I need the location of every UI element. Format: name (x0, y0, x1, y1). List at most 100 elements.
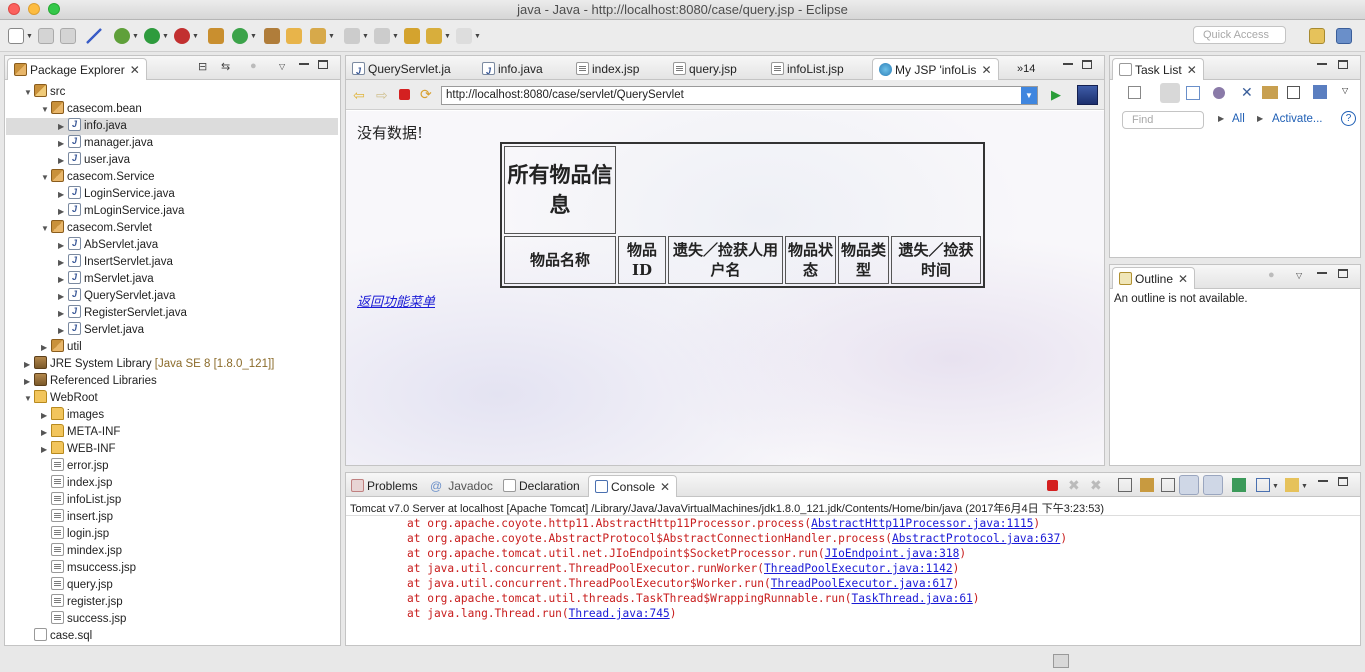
sync-task-icon[interactable] (1313, 85, 1327, 99)
tab-package-explorer[interactable]: Package Explorer ✕ (7, 58, 147, 80)
collapsed-arrow-icon[interactable]: ▶ (58, 271, 68, 288)
display-console-dropdown-icon[interactable]: ▼ (1272, 483, 1279, 490)
tree-item[interactable]: ▶ manager.java (58, 133, 338, 152)
collapsed-arrow-icon[interactable]: ▶ (58, 288, 68, 305)
tab-index-jsp[interactable]: index.jsp (576, 58, 639, 80)
tree-item[interactable]: ▶ WEB-INF (41, 441, 338, 458)
url-field[interactable]: http://localhost:8080/case/servlet/Query… (441, 86, 1038, 105)
minimize-icon[interactable] (299, 63, 309, 65)
collapse-all-icon[interactable]: ⊟ (198, 60, 207, 73)
close-icon[interactable]: ✕ (1187, 63, 1197, 77)
open-perspective-icon[interactable] (1309, 28, 1325, 44)
tab-infolist-jsp[interactable]: infoList.jsp (771, 58, 844, 80)
tree-item[interactable]: ▶ info.java (6, 116, 338, 135)
tab-query-jsp[interactable]: query.jsp (673, 58, 737, 80)
tab-my-jsp-infolist[interactable]: My JSP 'infoLis ✕ (872, 58, 999, 80)
remove-launch-icon[interactable]: ✖ (1068, 477, 1080, 494)
tree-item[interactable]: error.jsp (41, 458, 338, 475)
minimize-icon[interactable] (1318, 480, 1328, 482)
collapsed-arrow-icon[interactable]: ▶ (58, 305, 68, 322)
collapsed-arrow-icon[interactable]: ▶ (58, 237, 68, 254)
tree-item[interactable]: ▶ util (41, 339, 338, 356)
help-icon[interactable]: ? (1341, 111, 1356, 126)
scroll-lock-icon[interactable] (1140, 478, 1154, 492)
tree-item[interactable]: ▶ JRE System Library [Java SE 8 [1.8.0_12… (24, 356, 338, 373)
refresh-dropdown-icon[interactable]: ▼ (250, 33, 257, 40)
collapsed-arrow-icon[interactable]: ▶ (58, 254, 68, 271)
find-input[interactable]: Find (1122, 111, 1204, 129)
prev-annotation-dropdown-icon[interactable]: ▼ (392, 33, 399, 40)
expanded-arrow-icon[interactable]: ▼ (24, 84, 34, 101)
tree-item[interactable]: query.jsp (41, 577, 338, 594)
run-server-icon[interactable] (174, 28, 190, 44)
tab-queryservlet[interactable]: QueryServlet.ja (352, 58, 451, 82)
run-server-dropdown-icon[interactable]: ▼ (192, 33, 199, 40)
tree-item[interactable]: msuccess.jsp (41, 560, 338, 577)
link-with-editor-icon[interactable]: ⇆ (221, 60, 230, 73)
tree-item[interactable]: infoList.jsp (41, 492, 338, 509)
run-icon[interactable] (144, 28, 160, 44)
open-folder-icon[interactable] (286, 28, 302, 44)
sync-icon[interactable] (1213, 87, 1225, 99)
go-icon[interactable]: ▶ (1051, 87, 1061, 103)
all-link[interactable]: All (1232, 113, 1245, 125)
stack-trace-link[interactable]: AbstractHttp11Processor.java:1115 (811, 517, 1033, 530)
stack-trace-link[interactable]: TaskThread.java:61 (852, 592, 973, 605)
tree-item[interactable]: ▶ AbServlet.java (58, 235, 338, 254)
close-window-button[interactable] (8, 3, 20, 15)
close-icon[interactable]: ✕ (1178, 272, 1188, 286)
tree-item[interactable]: mindex.jsp (41, 543, 338, 560)
search-dropdown-icon[interactable]: ▼ (328, 33, 335, 40)
minimize-icon[interactable] (1063, 63, 1073, 65)
tab-overflow[interactable]: »14 (1017, 58, 1035, 80)
word-wrap-icon[interactable] (1161, 478, 1175, 492)
back-dropdown-icon[interactable]: ▼ (444, 33, 451, 40)
forward-arrow-icon[interactable]: ⇨ (376, 87, 388, 104)
collapsed-arrow-icon[interactable]: ▶ (58, 186, 68, 203)
back-arrow-icon[interactable]: ⇦ (353, 87, 365, 104)
minimize-icon[interactable] (1317, 63, 1327, 65)
tree-item[interactable]: ▶ META-INF (41, 424, 338, 441)
url-dropdown-icon[interactable]: ▼ (1021, 87, 1037, 104)
view-menu-icon[interactable]: ▽ (1296, 271, 1302, 280)
collapsed-arrow-icon[interactable]: ▶ (24, 373, 34, 390)
tree-item[interactable]: ▶ LoginService.java (58, 184, 338, 203)
tree-item[interactable]: ▼ casecom.Servlet (41, 220, 338, 237)
expanded-arrow-icon[interactable]: ▼ (41, 169, 51, 186)
deploy-icon[interactable] (208, 28, 224, 44)
new-dropdown-icon[interactable]: ▼ (26, 33, 33, 40)
close-icon[interactable]: ✕ (660, 480, 670, 494)
collapsed-arrow-icon[interactable]: ▶ (41, 339, 51, 356)
maximize-icon[interactable] (318, 60, 328, 69)
tree-item[interactable]: ▶ RegisterServlet.java (58, 303, 338, 322)
collapsed-arrow-icon[interactable]: ▶ (41, 441, 51, 458)
next-annotation-dropdown-icon[interactable]: ▼ (362, 33, 369, 40)
pin-console-icon[interactable] (1232, 478, 1246, 492)
tree-item[interactable]: ▼ WebRoot (24, 390, 338, 407)
collapsed-arrow-icon[interactable]: ▶ (58, 322, 68, 339)
tree-item[interactable]: register.jsp (41, 594, 338, 611)
expanded-arrow-icon[interactable]: ▼ (41, 220, 51, 237)
forward-icon[interactable] (456, 28, 472, 44)
display-console-icon[interactable] (1256, 478, 1270, 492)
collapsed-arrow-icon[interactable]: ▶ (58, 203, 68, 220)
new-icon[interactable] (8, 28, 24, 44)
tree-item[interactable]: ▶ mLoginService.java (58, 201, 338, 220)
tree-item[interactable]: ▶ Servlet.java (58, 320, 338, 339)
collapsed-arrow-icon[interactable]: ▶ (58, 118, 68, 135)
last-edit-icon[interactable] (404, 28, 420, 44)
maximize-icon[interactable] (1082, 60, 1092, 69)
status-icon[interactable] (1053, 654, 1069, 668)
tree-item[interactable]: ▶ QueryServlet.java (58, 286, 338, 305)
tree-item[interactable]: login.jsp (41, 526, 338, 543)
forward-dropdown-icon[interactable]: ▼ (474, 33, 481, 40)
collapse-icon[interactable] (1287, 86, 1300, 99)
run-dropdown-icon[interactable]: ▼ (162, 33, 169, 40)
filter-icon[interactable]: ● (1268, 269, 1275, 281)
tree-item[interactable]: case.sql (24, 628, 338, 645)
collapsed-arrow-icon[interactable]: ▶ (41, 407, 51, 424)
tree-item[interactable]: ▼ casecom.Service (41, 169, 338, 186)
show-on-stderr-icon[interactable] (1203, 475, 1223, 495)
tab-task-list[interactable]: Task List ✕ (1112, 58, 1204, 80)
tree-item[interactable]: success.jsp (41, 611, 338, 628)
